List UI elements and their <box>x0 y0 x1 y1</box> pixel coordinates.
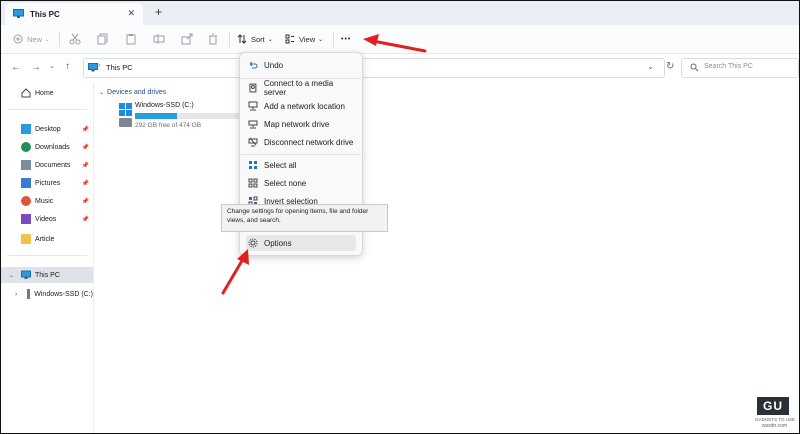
watermark-logo: GU <box>757 397 789 415</box>
watermark-text: GADGETS TO USE <box>755 417 795 422</box>
arrow-to-options <box>221 249 249 295</box>
watermark-domain: wsxdn.com <box>761 423 787 429</box>
watermark: GU GADGETS TO USE wsxdn.com <box>751 397 795 429</box>
arrow-to-more-options <box>363 34 427 53</box>
file-explorer-window: This PC ✕ + New ⌄ Sort ⌄ View ⌄ ••• ← → … <box>0 0 800 434</box>
annotation-arrows <box>221 34 427 295</box>
